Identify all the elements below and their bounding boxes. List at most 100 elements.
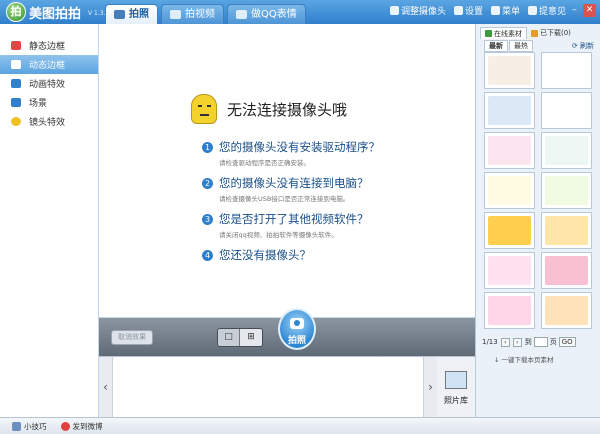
- reason-title: 您是否打开了其他视频软件？: [219, 212, 369, 226]
- control-bar: 取消效果 □ ⊞ 拍照: [99, 308, 475, 356]
- cancel-effect-button[interactable]: 取消效果: [111, 330, 153, 345]
- material-thumbnail[interactable]: [484, 92, 535, 129]
- tab-online-materials[interactable]: 在线素材: [480, 27, 527, 39]
- main-tabs: 拍照 拍视频 做QQ表情: [105, 4, 309, 24]
- material-thumbnail[interactable]: [484, 252, 535, 289]
- menu-button[interactable]: 菜单: [490, 4, 520, 17]
- material-thumbnail[interactable]: [541, 252, 592, 289]
- camera-settings-button[interactable]: 调整摄像头: [389, 4, 446, 17]
- gear-icon: [453, 6, 463, 15]
- sidebar-item-dynamic-frame[interactable]: 动态边框: [0, 55, 98, 74]
- video-icon: [170, 10, 181, 19]
- frame-icon: [11, 41, 21, 50]
- title-bar: 拍 美图拍拍 V 1.3.7 拍照 拍视频 做QQ表情 调整摄像头 设置 菜单: [0, 0, 600, 24]
- refresh-label: 刷新: [580, 42, 594, 50]
- sidebar-item-label: 场景: [29, 99, 48, 109]
- material-thumbnail[interactable]: [541, 52, 592, 89]
- menu-label: 菜单: [501, 7, 520, 17]
- scene-icon: [11, 98, 21, 107]
- minimize-button[interactable]: –: [568, 4, 581, 17]
- material-thumbnail[interactable]: [484, 132, 535, 169]
- photo-strip: ‹ › 照片库: [99, 356, 475, 417]
- sidebar-item-label: 静态边框: [29, 42, 66, 52]
- reason-detail: 请关闭qq视频、拍拍软件等摄像头软件。: [219, 231, 338, 239]
- reason-title: 您的摄像头没有安装驱动程序？: [219, 140, 380, 154]
- photo-library-button[interactable]: 照片库: [437, 357, 475, 417]
- tab-label: 在线素材: [494, 29, 522, 38]
- online-icon: [485, 30, 492, 37]
- photo-album-icon: [445, 371, 467, 389]
- webcam-icon: [389, 6, 399, 15]
- material-thumbnail[interactable]: [541, 132, 592, 169]
- menu-icon: [490, 6, 500, 15]
- status-bar: 小技巧 发到微博: [0, 417, 600, 434]
- tips-button[interactable]: 小技巧: [12, 421, 47, 432]
- material-thumbnail[interactable]: [541, 292, 592, 329]
- share-weibo-button[interactable]: 发到微博: [60, 421, 103, 432]
- prev-page-button[interactable]: ‹: [500, 337, 510, 347]
- pager: 1/13 ‹ › 到 页 GO: [482, 337, 576, 347]
- tab-hottest[interactable]: 最热: [509, 40, 533, 52]
- feedback-icon: [527, 6, 537, 15]
- reason-detail: 请检查驱动程序是否正确安装。: [219, 159, 310, 167]
- feedback-button[interactable]: 提意见: [527, 4, 566, 17]
- book-icon: [12, 421, 21, 431]
- sidebar-item-scene[interactable]: 场景: [0, 93, 98, 112]
- smiley-icon: [11, 117, 21, 126]
- goto-label: 到: [524, 338, 532, 346]
- title-actions: 调整摄像头 设置 菜单 提意见 – ✕: [382, 4, 596, 17]
- material-thumbnail[interactable]: [541, 212, 592, 249]
- refresh-button[interactable]: ⟳ 刷新: [572, 41, 594, 51]
- material-grid: [484, 52, 594, 329]
- photo-library-label: 照片库: [444, 396, 468, 405]
- camera-preview: 无法连接摄像头哦 1 您的摄像头没有安装驱动程序？ 请检查驱动程序是否正确安装。…: [99, 24, 475, 318]
- weibo-icon: [60, 421, 70, 431]
- film-icon: [11, 60, 21, 69]
- number-badge: 4: [202, 249, 213, 261]
- camera-settings-label: 调整摄像头: [400, 7, 446, 17]
- close-button[interactable]: ✕: [583, 4, 596, 17]
- material-thumbnail[interactable]: [484, 172, 535, 209]
- reason-detail: 请检查摄像头USB接口是否正常连接到电脑。: [219, 195, 350, 203]
- app-name: 美图拍拍: [29, 7, 82, 22]
- camera-error-header: 无法连接摄像头哦: [191, 94, 347, 124]
- download-icon: [531, 29, 538, 37]
- number-badge: 3: [202, 213, 213, 225]
- download-all-link[interactable]: ↓ 一键下载本页素材: [494, 354, 554, 364]
- page-input[interactable]: [533, 337, 548, 347]
- shoot-button[interactable]: 拍照: [278, 308, 316, 350]
- tab-downloaded[interactable]: 已下载(0): [527, 27, 575, 39]
- tab-qq-emoticon[interactable]: 做QQ表情: [227, 4, 306, 24]
- sidebar-item-animation-effects[interactable]: 动画特效: [0, 74, 98, 93]
- material-thumbnail[interactable]: [541, 92, 592, 129]
- reason-title: 您还没有摄像头？: [219, 248, 311, 262]
- tab-photo[interactable]: 拍照: [105, 4, 158, 24]
- tab-label: 已下载(0): [540, 29, 571, 37]
- settings-button[interactable]: 设置: [453, 4, 483, 17]
- sidebar-item-label: 动画特效: [29, 80, 66, 90]
- go-button[interactable]: GO: [558, 337, 576, 347]
- confused-face-icon: [191, 94, 217, 124]
- strip-next-button[interactable]: ›: [423, 357, 437, 417]
- tab-label: 做QQ表情: [251, 8, 297, 20]
- sidebar-item-lens-effects[interactable]: 镜头特效: [0, 112, 98, 131]
- sidebar: 静态边框 动态边框 动画特效 场景 镜头特效: [0, 24, 99, 417]
- material-thumbnail[interactable]: [484, 292, 535, 329]
- share-label: 发到微博: [72, 421, 103, 431]
- material-thumbnail[interactable]: [541, 172, 592, 209]
- tips-label: 小技巧: [24, 421, 47, 431]
- sidebar-item-label: 动态边框: [29, 61, 66, 71]
- strip-prev-button[interactable]: ‹: [99, 357, 113, 417]
- material-thumbnail[interactable]: [484, 212, 535, 249]
- sidebar-item-static-frame[interactable]: 静态边框: [0, 36, 98, 55]
- grid-mode-button[interactable]: ⊞: [240, 329, 262, 346]
- single-mode-button[interactable]: □: [218, 329, 240, 346]
- material-thumbnail[interactable]: [484, 52, 535, 89]
- number-badge: 1: [202, 141, 213, 153]
- reason-title: 您的摄像头没有连接到电脑？: [219, 176, 369, 190]
- reason-item: 1 您的摄像头没有安装驱动程序？ 请检查驱动程序是否正确安装。: [202, 139, 472, 167]
- tab-newest[interactable]: 最新: [484, 40, 508, 52]
- next-page-button[interactable]: ›: [512, 337, 522, 347]
- tab-video[interactable]: 拍视频: [161, 4, 224, 24]
- page-unit-label: 页: [549, 338, 557, 346]
